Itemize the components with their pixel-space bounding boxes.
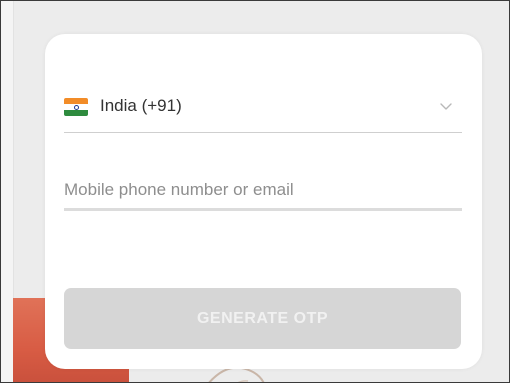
chevron-down-icon[interactable] bbox=[438, 98, 454, 114]
phone-or-email-input[interactable] bbox=[64, 171, 462, 211]
india-flag-icon bbox=[64, 98, 88, 116]
login-card: India (+91) GENERATE OTP bbox=[45, 34, 482, 369]
country-code-label: India (+91) bbox=[100, 96, 182, 115]
country-code-select[interactable]: India (+91) bbox=[64, 94, 462, 133]
generate-otp-button[interactable]: GENERATE OTP bbox=[64, 288, 461, 349]
page-frame: India (+91) GENERATE OTP bbox=[0, 0, 510, 383]
